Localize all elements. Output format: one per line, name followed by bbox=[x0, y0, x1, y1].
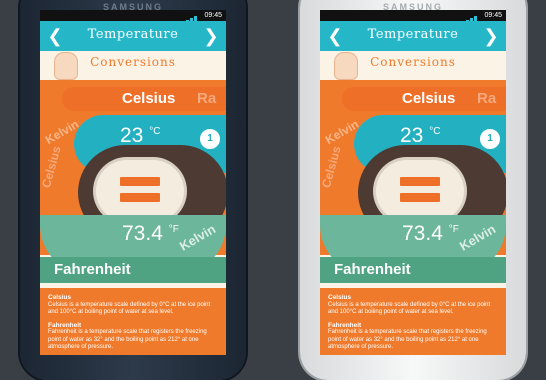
info-text: Celsius is a temperature scale defined b… bbox=[48, 301, 211, 316]
top-unit-band[interactable]: Celsius Ra bbox=[342, 87, 506, 111]
bottom-unit-label: Fahrenheit bbox=[54, 261, 131, 278]
page-title: Temperature bbox=[87, 27, 179, 42]
phone-dark: SAMSUNG 09:45 ❮ Temperature ❯ Conversion… bbox=[20, 0, 246, 380]
fahrenheit-number: 73.4 bbox=[122, 222, 163, 245]
info-panel: Celsius Celsius is a temperature scale de… bbox=[40, 288, 226, 355]
fahrenheit-value[interactable]: 73.4 °F bbox=[402, 222, 459, 246]
info-text: Fahrenheit is a temperature scale that r… bbox=[48, 329, 207, 350]
top-unit-label: Celsius bbox=[402, 90, 456, 107]
next-unit-label: Ra bbox=[197, 90, 217, 107]
info-title: Fahrenheit bbox=[328, 321, 362, 329]
status-bar: 09:45 bbox=[320, 10, 506, 23]
info-celsius: Celsius Celsius is a temperature scale de… bbox=[48, 294, 218, 317]
equals-icon-top bbox=[400, 177, 440, 186]
equals-icon-top bbox=[120, 177, 160, 186]
clock: 09:45 bbox=[484, 12, 502, 19]
chevron-right-icon[interactable]: ❯ bbox=[482, 26, 500, 46]
celsius-value[interactable]: 23 °C bbox=[400, 124, 440, 148]
celsius-unit: °C bbox=[429, 126, 441, 137]
signal-icon bbox=[454, 12, 478, 23]
info-panel: Celsius Celsius is a temperature scale de… bbox=[320, 288, 506, 355]
app-header: ❮ Temperature ❯ bbox=[40, 21, 226, 51]
app-screen: 09:45 ❮ Temperature ❯ Conversions Celsiu… bbox=[320, 10, 506, 355]
info-title: Fahrenheit bbox=[48, 321, 82, 329]
fahrenheit-value[interactable]: 73.4 °F bbox=[122, 222, 179, 246]
top-unit-label: Celsius bbox=[122, 90, 176, 107]
signal-icon bbox=[174, 12, 198, 23]
clock: 09:45 bbox=[204, 12, 222, 19]
info-title: Celsius bbox=[48, 294, 72, 301]
convert-button[interactable] bbox=[376, 160, 464, 222]
page-subtitle: Conversions bbox=[370, 55, 456, 69]
celsius-value[interactable]: 23 °C bbox=[120, 124, 160, 148]
info-text: Celsius is a temperature scale defined b… bbox=[328, 301, 491, 316]
fahrenheit-unit: °F bbox=[448, 224, 459, 235]
fahrenheit-unit: °F bbox=[168, 224, 179, 235]
phone-light: SAMSUNG 09:45 ❮ Temperature ❯ Conversion… bbox=[300, 0, 526, 380]
equals-icon-bottom bbox=[120, 193, 160, 202]
next-unit-label: Ra bbox=[477, 90, 497, 107]
bottom-unit-label: Fahrenheit bbox=[334, 261, 411, 278]
page-subtitle: Conversions bbox=[90, 55, 176, 69]
page-title: Temperature bbox=[367, 27, 459, 42]
app-header: ❮ Temperature ❯ bbox=[320, 21, 506, 51]
info-fahrenheit: Fahrenheit Fahrenheit is a temperature sc… bbox=[48, 322, 218, 352]
status-bar: 09:45 bbox=[40, 10, 226, 23]
step-badge[interactable]: 1 bbox=[478, 127, 502, 151]
info-fahrenheit: Fahrenheit Fahrenheit is a temperature sc… bbox=[328, 322, 498, 352]
bottom-unit-band[interactable]: Fahrenheit bbox=[40, 257, 226, 283]
equals-icon-bottom bbox=[400, 193, 440, 202]
bottom-unit-band[interactable]: Fahrenheit bbox=[320, 257, 506, 283]
chevron-right-icon[interactable]: ❯ bbox=[202, 26, 220, 46]
fahrenheit-number: 73.4 bbox=[402, 222, 443, 245]
celsius-unit: °C bbox=[149, 126, 161, 137]
celsius-number: 23 bbox=[120, 124, 144, 147]
top-unit-band[interactable]: Celsius Ra bbox=[62, 87, 226, 111]
info-text: Fahrenheit is a temperature scale that r… bbox=[328, 329, 487, 350]
app-screen: 09:45 ❮ Temperature ❯ Conversions Celsiu… bbox=[40, 10, 226, 355]
convert-button[interactable] bbox=[96, 160, 184, 222]
step-badge[interactable]: 1 bbox=[198, 127, 222, 151]
celsius-number: 23 bbox=[400, 124, 424, 147]
info-title: Celsius bbox=[328, 294, 352, 301]
info-celsius: Celsius Celsius is a temperature scale de… bbox=[328, 294, 498, 317]
